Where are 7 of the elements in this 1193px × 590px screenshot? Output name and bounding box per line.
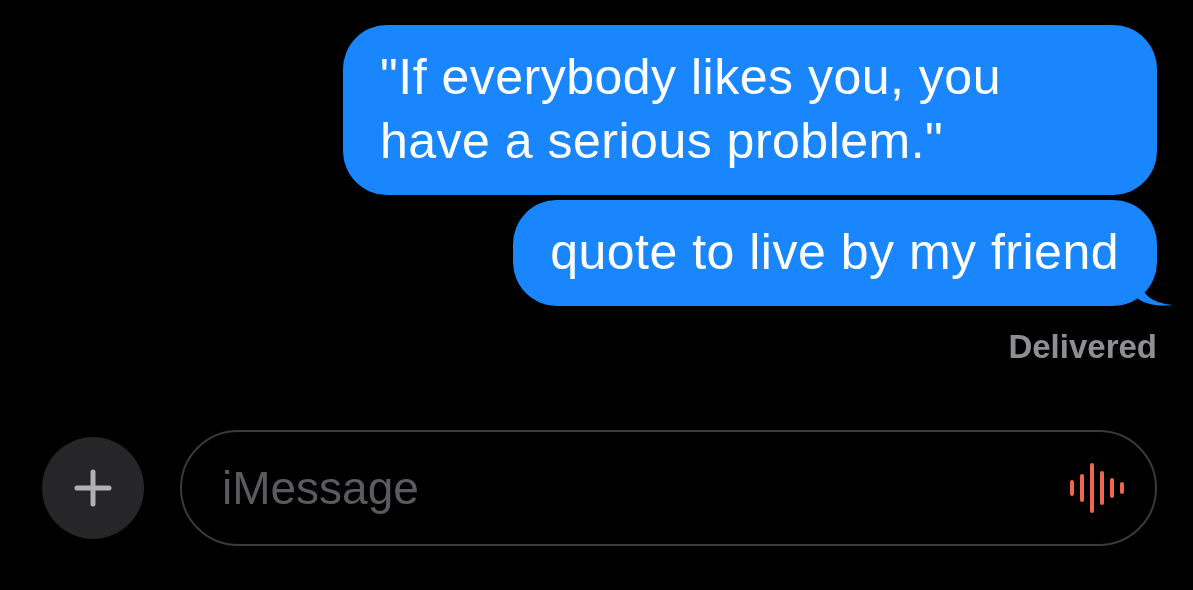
plus-icon <box>73 468 113 508</box>
message-field[interactable]: iMessage <box>180 430 1157 546</box>
waveform-icon[interactable] <box>1069 463 1125 513</box>
message-bubble: quote to live by my friend <box>513 200 1157 306</box>
text-input[interactable]: iMessage <box>220 460 1069 516</box>
message-bubble: "If everybody likes you, you have a serious problem." <box>343 25 1157 195</box>
delivery-status: Delivered <box>1008 328 1157 366</box>
